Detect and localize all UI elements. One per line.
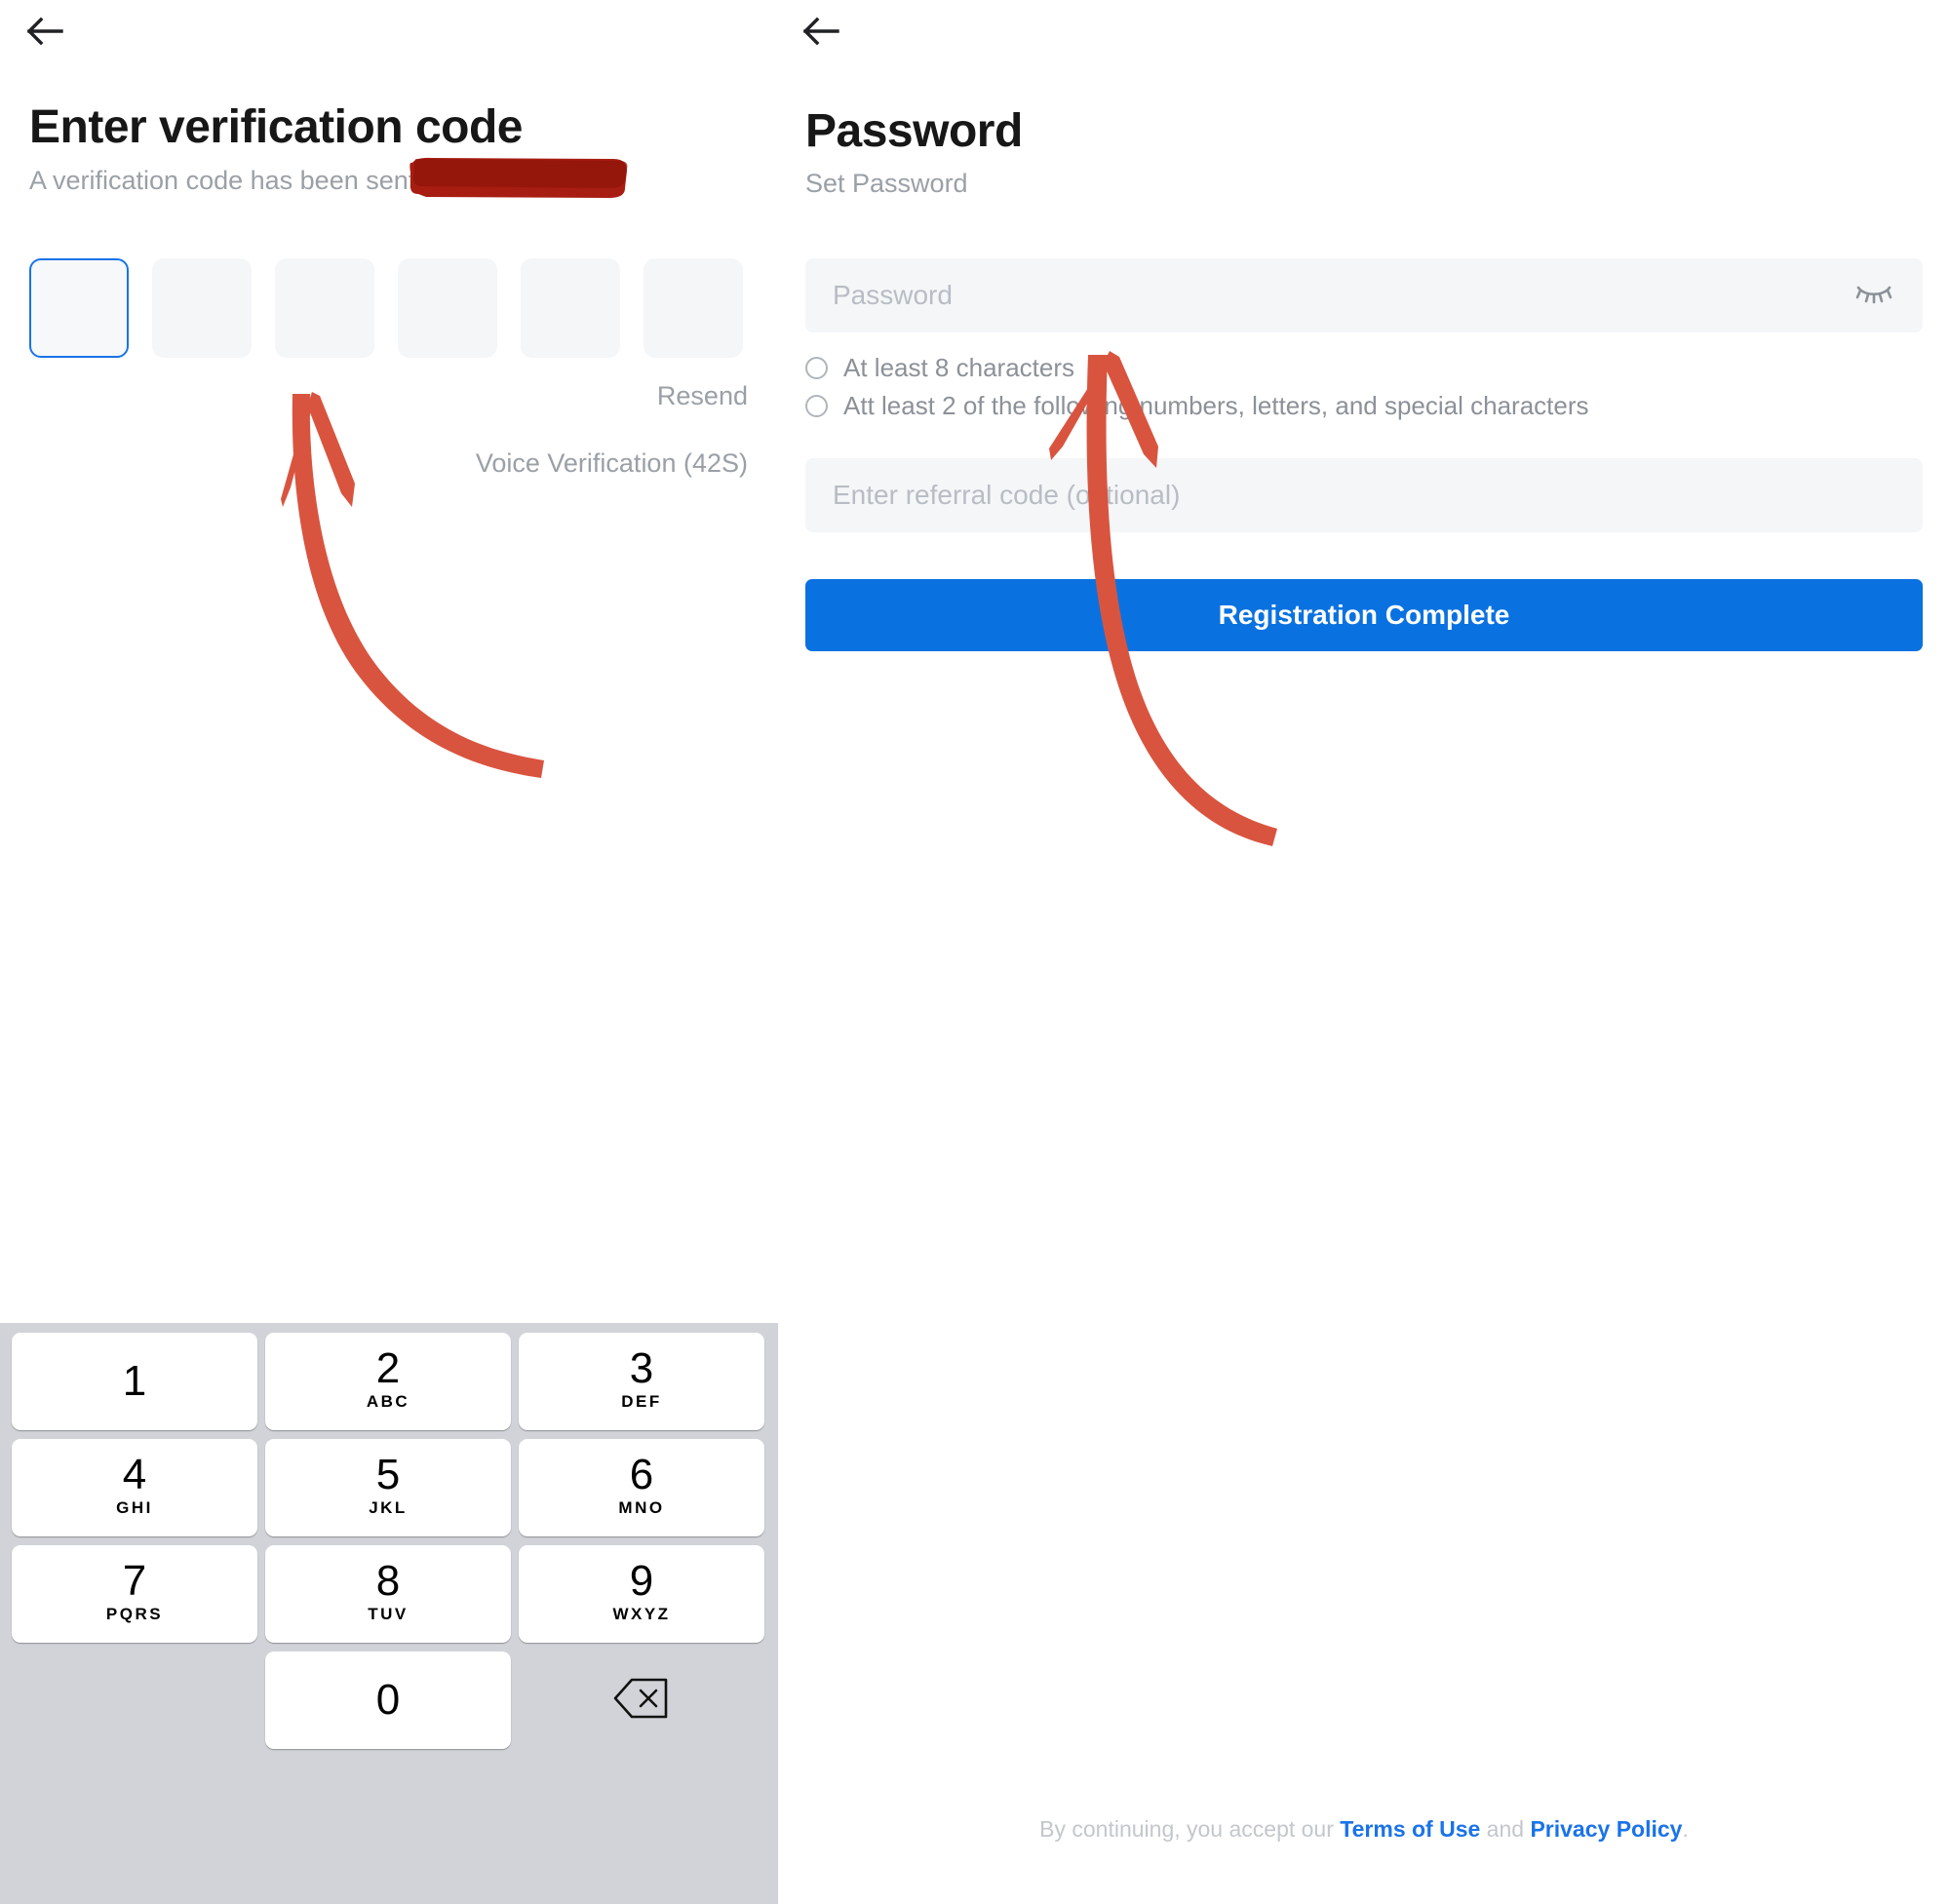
annotation-arrow-left (281, 392, 544, 778)
footer-prefix: By continuing, you accept our (1039, 1816, 1341, 1842)
keypad-key-digit: 0 (375, 1676, 401, 1724)
keypad-row-4: 0 (8, 1651, 770, 1753)
arrow-left-icon (802, 17, 839, 46)
keypad-key-letters: PQRS (105, 1604, 164, 1623)
keypad-key-letters: MNO (618, 1497, 665, 1517)
keypad-key-7[interactable]: 7 PQRS (12, 1545, 257, 1643)
keypad-key-6[interactable]: 6 MNO (519, 1439, 764, 1536)
keypad-key-2[interactable]: 2 ABC (265, 1333, 511, 1430)
password-requirements: At least 8 characters Att least 2 of the… (805, 349, 1923, 425)
terms-of-use-link[interactable]: Terms of Use (1340, 1816, 1480, 1842)
footer-suffix: . (1682, 1816, 1689, 1842)
requirement-status-circle (805, 394, 828, 417)
keypad-key-9[interactable]: 9 WXYZ (519, 1545, 764, 1643)
keypad-key-digit: 8 (375, 1556, 401, 1605)
numeric-keypad[interactable]: 1 2 ABC 3 DEF 4 GHI 5 JKL 6 MNO 7 PQRS 8… (0, 1323, 778, 1904)
keypad-key-digit: 3 (629, 1343, 654, 1392)
referral-code-placeholder: Enter referral code (optional) (833, 480, 1181, 510)
keypad-key-letters: GHI (116, 1497, 153, 1517)
otp-input-group[interactable] (29, 258, 743, 358)
keypad-key-0[interactable]: 0 (265, 1651, 511, 1749)
keypad-key-4[interactable]: 4 GHI (12, 1439, 257, 1536)
keypad-key-digit: 1 (122, 1357, 147, 1405)
otp-cell-5[interactable] (521, 258, 620, 358)
password-input-placeholder: Password (833, 280, 953, 310)
otp-cell-2[interactable] (152, 258, 252, 358)
requirement-status-circle (805, 356, 828, 379)
keypad-key-digit: 2 (375, 1343, 401, 1392)
privacy-policy-link[interactable]: Privacy Policy (1530, 1816, 1682, 1842)
back-button-right[interactable] (790, 0, 852, 62)
eye-off-icon (1855, 282, 1892, 310)
registration-complete-button[interactable]: Registration Complete (805, 579, 1923, 651)
keypad-key-digit: 7 (122, 1556, 147, 1605)
password-visibility-toggle[interactable] (1852, 274, 1895, 317)
otp-cell-1[interactable] (29, 258, 129, 358)
arrow-left-icon (26, 17, 63, 46)
requirement-label: Att least 2 of the following numbers, le… (843, 390, 1589, 420)
page-title-right: Password (805, 105, 1023, 157)
keypad-key-backspace[interactable] (519, 1651, 764, 1749)
otp-cell-3[interactable] (275, 258, 374, 358)
keypad-row-3: 7 PQRS 8 TUV 9 WXYZ (8, 1545, 770, 1647)
keypad-key-letters: JKL (369, 1497, 408, 1517)
resend-code-link[interactable]: Resend (657, 381, 748, 411)
keypad-key-8[interactable]: 8 TUV (265, 1545, 511, 1643)
keypad-key-letters: WXYZ (612, 1604, 671, 1623)
keypad-key-blank (12, 1651, 257, 1749)
footer-middle: and (1480, 1816, 1531, 1842)
requirement-item: At least 8 characters (805, 349, 1923, 386)
keypad-row-1: 1 2 ABC 3 DEF (8, 1333, 770, 1434)
keypad-key-digit: 9 (629, 1556, 654, 1605)
referral-code-input[interactable]: Enter referral code (optional) (805, 458, 1923, 532)
keypad-key-5[interactable]: 5 JKL (265, 1439, 511, 1536)
requirement-item: Att least 2 of the following numbers, le… (805, 387, 1923, 424)
back-button-left[interactable] (14, 0, 76, 62)
page-subtitle-right: Set Password (805, 169, 968, 198)
keypad-key-3[interactable]: 3 DEF (519, 1333, 764, 1430)
screenshot-root: Enter verification code A verification c… (0, 0, 1950, 1904)
page-subtitle-left: A verification code has been sent to (29, 166, 446, 195)
backspace-icon (613, 1677, 670, 1725)
keypad-row-2: 4 GHI 5 JKL 6 MNO (8, 1439, 770, 1540)
password-input[interactable]: Password (805, 258, 1923, 332)
page-title-left: Enter verification code (29, 101, 523, 153)
keypad-key-digit: 5 (375, 1450, 401, 1498)
otp-cell-4[interactable] (398, 258, 497, 358)
keypad-key-digit: 6 (629, 1450, 654, 1498)
otp-cell-6[interactable] (644, 258, 743, 358)
keypad-key-letters: ABC (366, 1391, 410, 1411)
requirement-label: At least 8 characters (843, 352, 1074, 382)
legal-footer: By continuing, you accept our Terms of U… (805, 1816, 1923, 1843)
voice-verification-link[interactable]: Voice Verification (42S) (476, 448, 748, 479)
keypad-key-letters: DEF (621, 1391, 662, 1411)
keypad-key-1[interactable]: 1 (12, 1333, 257, 1430)
keypad-key-digit: 4 (122, 1450, 147, 1498)
keypad-key-letters: TUV (368, 1604, 409, 1623)
